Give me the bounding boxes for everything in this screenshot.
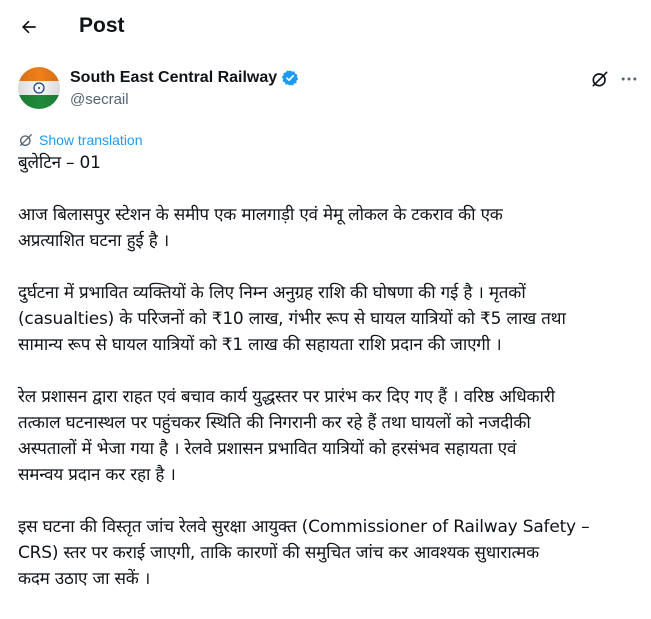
indian-flag-avatar bbox=[18, 67, 60, 109]
back-button[interactable] bbox=[12, 10, 46, 44]
post-line: समन्वय प्रदान कर रहा है । bbox=[18, 465, 176, 485]
post-line: रेल प्रशासन द्वारा राहत एवं बचाव कार्य य… bbox=[18, 387, 555, 407]
translate-icon bbox=[20, 134, 32, 146]
post-line: (casualties) के परिजनों को ₹10 लाख, गंभी… bbox=[18, 309, 566, 329]
author-name-row[interactable]: South East Central Railway bbox=[70, 67, 299, 89]
post-line: अस्पतालों में भेजा गया है । रेलवे प्रशास… bbox=[18, 439, 517, 459]
author-handle[interactable]: @secrail bbox=[70, 91, 129, 108]
more-button[interactable] bbox=[617, 67, 641, 91]
post-line: अप्रत्याशित घटना हुई है । bbox=[18, 231, 170, 251]
grok-icon bbox=[592, 71, 608, 87]
post-text: बुलेटिन – 01 आज बिलासपुर स्टेशन के समीप … bbox=[18, 150, 648, 592]
page-title: Post bbox=[79, 14, 125, 37]
top-bar: Post bbox=[0, 0, 651, 52]
author-display-name: South East Central Railway bbox=[70, 69, 278, 86]
show-translation-label: Show translation bbox=[39, 132, 143, 148]
avatar[interactable] bbox=[18, 67, 60, 109]
post-line: सामान्य रूप से घायल यात्रियों को ₹1 लाख … bbox=[18, 335, 502, 355]
verified-badge-icon bbox=[281, 69, 299, 87]
post-line: इस घटना की विस्तृत जांच रेलवे सुरक्षा आय… bbox=[18, 517, 590, 537]
grok-button[interactable] bbox=[588, 67, 612, 91]
show-translation-link[interactable]: Show translation bbox=[18, 130, 143, 150]
post-line: दुर्घटना में प्रभावित व्यक्तियों के लिए … bbox=[18, 283, 526, 303]
post-line: बुलेटिन – 01 bbox=[18, 153, 101, 173]
more-horizontal-icon bbox=[621, 77, 637, 81]
post-line: तत्काल घटनास्थल पर पहुंचकर स्थिति की निग… bbox=[18, 413, 531, 433]
post-line: CRS) स्तर पर कराई जाएगी, ताकि कारणों की … bbox=[18, 543, 539, 563]
post-line: कदम उठाए जा सकें । bbox=[18, 569, 151, 589]
arrow-left-icon bbox=[22, 20, 36, 34]
post-line: आज बिलासपुर स्टेशन के समीप एक मालगाड़ी ए… bbox=[18, 205, 503, 225]
